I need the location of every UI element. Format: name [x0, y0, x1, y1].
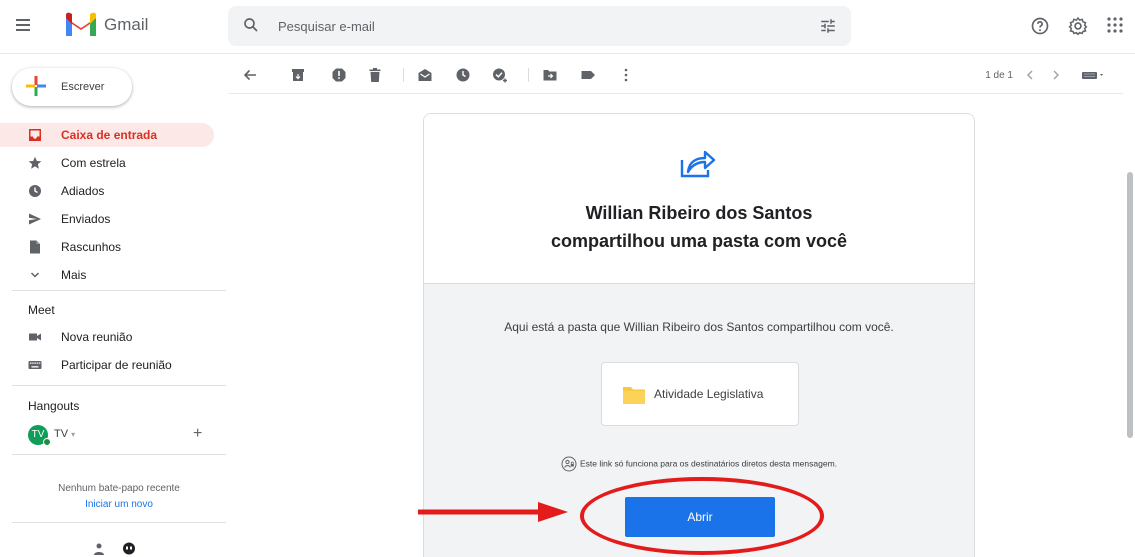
settings-gear-icon[interactable]	[1068, 16, 1088, 36]
search-icon[interactable]	[242, 16, 260, 34]
hangouts-section-title: Hangouts	[28, 399, 80, 413]
draft-icon	[30, 240, 40, 254]
sidebar-item-label: Enviados	[61, 212, 111, 226]
sidebar-item-starred[interactable]: Com estrela	[0, 151, 214, 175]
folder-icon	[623, 387, 645, 404]
previous-chevron-icon[interactable]	[1022, 67, 1038, 83]
snooze-clock-icon[interactable]	[455, 67, 471, 83]
archive-icon[interactable]	[290, 67, 306, 83]
sidebar-item-label: Participar de reunião	[61, 358, 172, 372]
sidebar-item-label: Com estrela	[61, 156, 126, 170]
sidebar-item-label: Caixa de entrada	[61, 128, 158, 142]
compose-label: Escrever	[61, 81, 105, 93]
email-card-header: Willian Ribeiro dos Santos compartilhou …	[424, 114, 974, 284]
sidebar-item-label: Adiados	[61, 184, 105, 198]
email-description: Aqui está a pasta que Willian Ribeiro do…	[504, 320, 894, 334]
link-note: Este link só funciona para os destinatár…	[424, 456, 974, 472]
toolbar-separator	[403, 68, 404, 82]
email-title-line-1: Willian Ribeiro dos Santos	[585, 203, 813, 223]
sidebar-divider	[12, 454, 226, 455]
main-menu-button[interactable]	[14, 15, 34, 35]
gmail-logo-icon[interactable]	[64, 12, 98, 38]
apps-grid-icon[interactable]	[1106, 16, 1124, 34]
recipients-lock-icon	[561, 456, 577, 472]
sidebar-item-sent[interactable]: Enviados	[0, 207, 214, 231]
app-name: Gmail	[104, 15, 149, 34]
search-bar[interactable]	[228, 6, 851, 46]
input-tools-keyboard-icon[interactable]	[1081, 67, 1107, 83]
sidebar-divider	[12, 290, 226, 291]
move-to-folder-icon[interactable]	[542, 67, 558, 83]
link-note-text: Este link só funciona para os destinatár…	[579, 458, 838, 469]
no-recent-chat-text: Nenhum bate-papo recente	[58, 483, 180, 494]
sidebar-item-drafts[interactable]: Rascunhos	[0, 235, 214, 259]
start-new-chat-link[interactable]: Iniciar um novo	[12, 499, 226, 510]
email-title-line-2: compartilhou uma pasta com você	[550, 231, 848, 251]
clock-icon	[29, 185, 41, 197]
add-to-tasks-icon[interactable]	[492, 67, 508, 83]
sidebar-item-label: Nova reunião	[61, 330, 133, 344]
email-title: Willian Ribeiro dos Santos compartilhou …	[424, 199, 974, 255]
caret-down-icon: ▾	[71, 430, 76, 439]
delete-trash-icon[interactable]	[367, 67, 383, 83]
sidebar-item-new-meeting[interactable]: Nova reunião	[0, 325, 214, 349]
star-icon	[28, 156, 42, 169]
hangouts-user-name-text: TV	[54, 428, 69, 440]
sidebar-item-join-meeting[interactable]: Participar de reunião	[0, 353, 214, 377]
back-arrow-icon[interactable]	[242, 67, 258, 83]
search-input[interactable]	[278, 6, 778, 46]
pagination-text: 1 de 1	[985, 70, 1013, 81]
label-tag-icon[interactable]	[580, 67, 596, 83]
hangouts-chat-icon[interactable]	[122, 542, 136, 556]
mark-unread-icon[interactable]	[417, 67, 433, 83]
toolbar-separator	[528, 68, 529, 82]
inbox-icon	[29, 129, 41, 141]
next-chevron-icon[interactable]	[1048, 67, 1064, 83]
more-options-icon[interactable]	[618, 67, 634, 83]
shared-folder-link[interactable]: Atividade Legislativa	[601, 362, 799, 426]
sidebar-item-inbox[interactable]: Caixa de entrada	[0, 123, 214, 147]
video-icon	[29, 333, 41, 341]
keyboard-icon	[28, 361, 42, 369]
compose-plus-icon	[26, 76, 46, 96]
sidebar-divider	[12, 385, 226, 386]
new-chat-plus-icon[interactable]: +	[193, 425, 202, 443]
top-bar: Gmail	[0, 0, 1135, 54]
sidebar-item-more[interactable]: Mais	[0, 263, 214, 287]
sidebar-divider	[12, 522, 226, 523]
sidebar-item-label: Mais	[61, 268, 87, 282]
meet-section-title: Meet	[28, 303, 55, 317]
sidebar-item-snoozed[interactable]: Adiados	[0, 179, 214, 203]
folder-name: Atividade Legislativa	[654, 387, 764, 401]
report-spam-icon[interactable]	[331, 67, 347, 83]
annotation-circle	[580, 477, 824, 555]
compose-button[interactable]: Escrever	[12, 68, 132, 106]
send-icon	[29, 213, 41, 225]
person-icon[interactable]	[92, 542, 106, 556]
scrollbar[interactable]	[1127, 172, 1133, 438]
search-options-icon[interactable]	[819, 17, 837, 35]
online-status-dot	[43, 438, 51, 446]
help-icon[interactable]	[1030, 16, 1050, 36]
share-arrow-icon	[680, 150, 716, 178]
chevron-down-icon	[30, 272, 40, 278]
annotation-arrow-icon	[418, 502, 568, 522]
hangouts-user-name: TV ▾	[54, 428, 75, 440]
message-toolbar: 1 de 1	[228, 58, 1123, 94]
sidebar-item-label: Rascunhos	[61, 240, 122, 254]
